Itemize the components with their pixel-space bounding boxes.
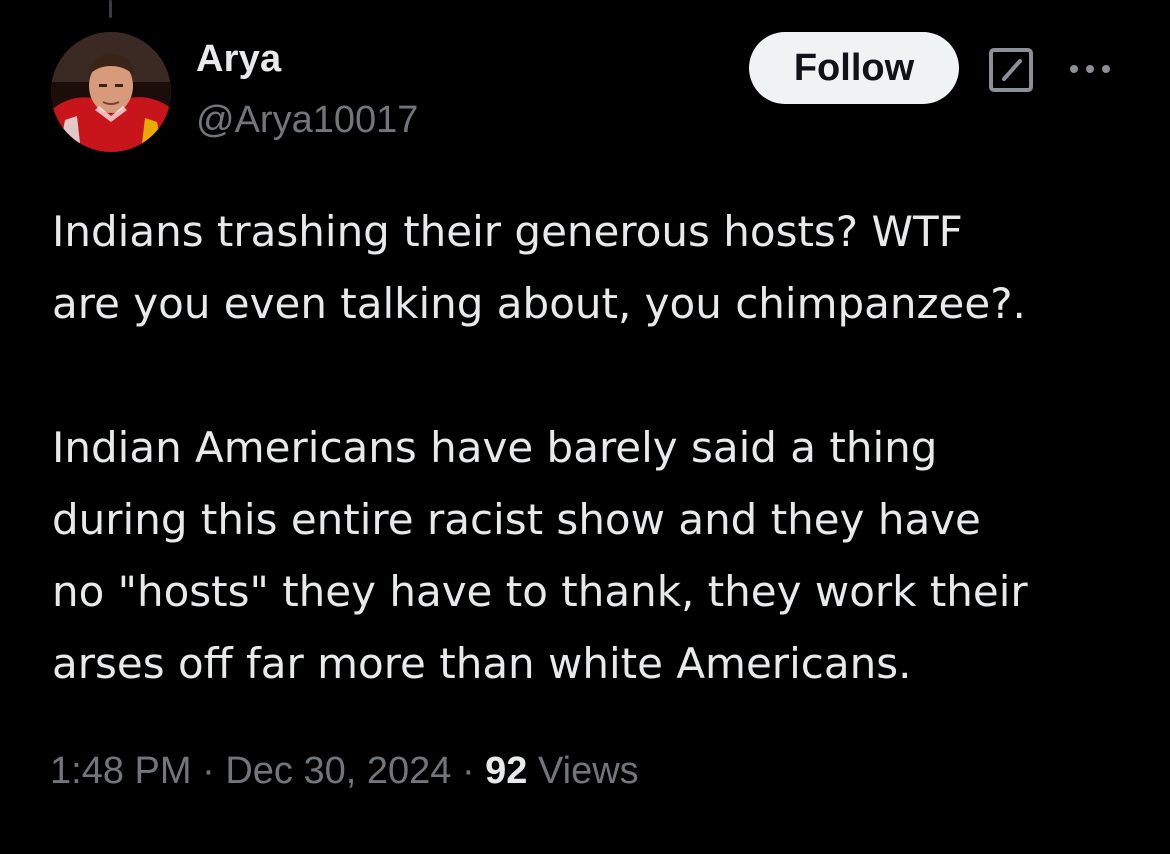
author-handle[interactable]: @Arya10017 bbox=[196, 99, 418, 142]
avatar-image bbox=[51, 32, 171, 152]
tweet-metadata: 1:48 PM · Dec 30, 2024 · 92 Views bbox=[50, 750, 639, 793]
follow-button[interactable]: Follow bbox=[749, 32, 959, 104]
views-label[interactable]: Views bbox=[538, 750, 639, 792]
meta-separator: · bbox=[202, 750, 215, 792]
avatar[interactable] bbox=[51, 32, 171, 152]
views-count[interactable]: 92 bbox=[485, 750, 527, 792]
meta-separator: · bbox=[461, 750, 475, 792]
author-display-name[interactable]: Arya bbox=[196, 38, 281, 81]
tweet-date[interactable]: Dec 30, 2024 bbox=[225, 750, 451, 792]
more-options-icon[interactable] bbox=[1066, 58, 1114, 80]
thread-connector-line bbox=[109, 0, 112, 18]
tweet-time[interactable]: 1:48 PM bbox=[50, 750, 192, 792]
grok-icon[interactable] bbox=[988, 47, 1034, 93]
tweet-text: Indians trashing their generous hosts? W… bbox=[52, 207, 1028, 688]
